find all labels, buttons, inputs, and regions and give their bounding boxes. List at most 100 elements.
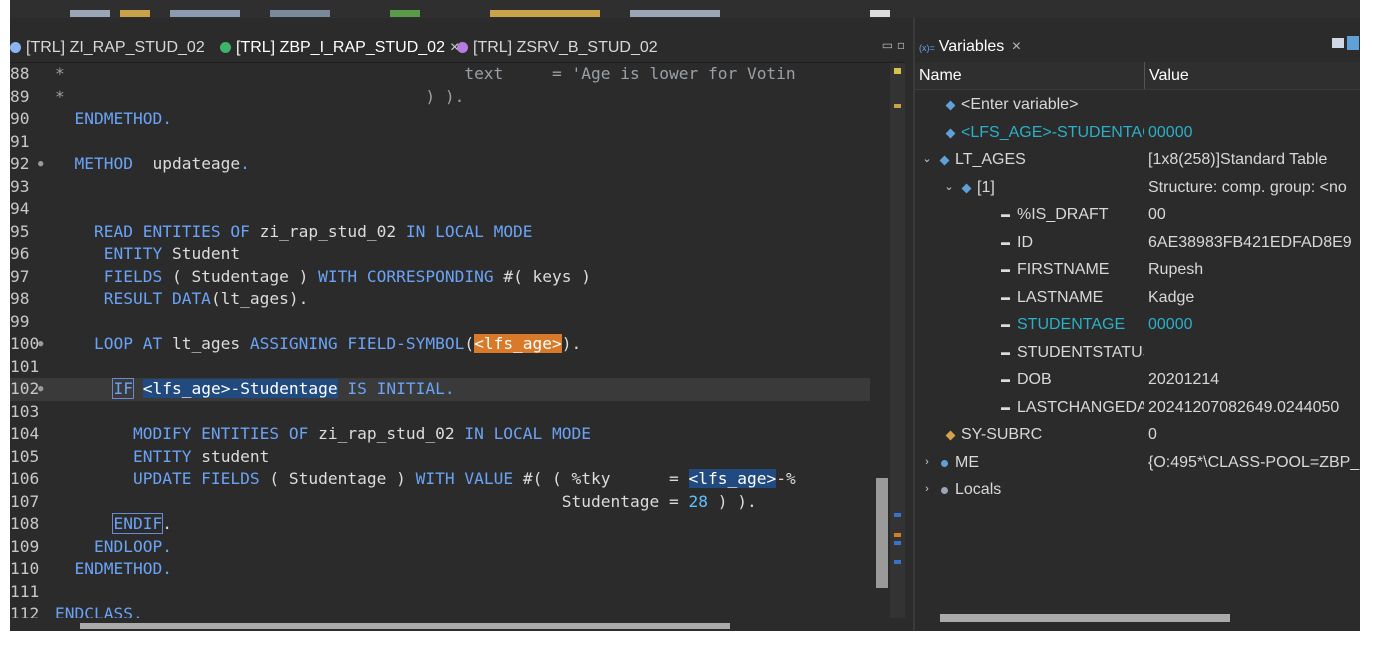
variable-value[interactable]: Structure: comp. group: <no: [1148, 174, 1360, 202]
tab-1[interactable]: [TRL] ZI_RAP_STUD_02: [10, 34, 210, 62]
code-line[interactable]: 110 ENDMETHOD.: [10, 558, 870, 581]
variable-value[interactable]: 20201214: [1148, 366, 1360, 394]
code-line[interactable]: 104 MODIFY ENTITIES OF zi_rap_stud_02 IN…: [10, 423, 870, 446]
toolbar-icons[interactable]: [120, 10, 150, 17]
variable-row[interactable]: ▬ DOB 20201214: [915, 366, 1360, 394]
code-line[interactable]: 106 UPDATE FIELDS ( Studentage ) WITH VA…: [10, 468, 870, 491]
variable-row[interactable]: › Locals: [915, 476, 1360, 504]
code-line[interactable]: 111: [10, 581, 870, 604]
tab-3[interactable]: [TRL] ZSRV_B_STUD_02: [457, 34, 658, 62]
occurrence-marker[interactable]: [894, 513, 901, 517]
fold-marker-icon[interactable]: ●: [38, 378, 43, 401]
view-menu-icon[interactable]: [1347, 36, 1359, 50]
code-line[interactable]: 112 ENDCLASS.: [10, 603, 870, 618]
variable-value[interactable]: 00000: [1148, 311, 1360, 339]
collapse-icon[interactable]: ⌄: [921, 146, 933, 174]
scroll-thumb[interactable]: [876, 478, 888, 588]
column-separator[interactable]: [1144, 62, 1145, 89]
code-line[interactable]: 100 ● LOOP AT lt_ages ASSIGNING FIELD-SYM…: [10, 333, 870, 356]
code-line[interactable]: 91: [10, 131, 870, 154]
code-line[interactable]: 98 RESULT DATA(lt_ages).: [10, 288, 870, 311]
column-header-name[interactable]: Name: [919, 62, 962, 89]
code-line[interactable]: 99: [10, 311, 870, 334]
code-line[interactable]: 102 ● IF <lfs_age>-Studentage IS INITIAL.: [10, 378, 870, 401]
code-line[interactable]: 94: [10, 198, 870, 221]
code-text: MODIFY ENTITIES OF zi_rap_stud_02 IN LOC…: [55, 423, 591, 446]
code-line[interactable]: 101: [10, 356, 870, 379]
toolbar-icons[interactable]: [70, 10, 110, 17]
variable-row[interactable]: ▬ %IS_DRAFT 00: [915, 201, 1360, 229]
code-line[interactable]: 89 * ) ).: [10, 86, 870, 109]
toolbar-icons[interactable]: [270, 10, 330, 17]
column-header-value[interactable]: Value: [1149, 62, 1189, 89]
variable-row[interactable]: ▬ LASTCHANGEDAT 20241207082649.0244050: [915, 394, 1360, 422]
occurrence-marker[interactable]: [894, 533, 901, 537]
expand-icon[interactable]: ›: [921, 449, 933, 477]
scroll-thumb[interactable]: [940, 614, 1230, 622]
collapse-icon[interactable]: ⌄: [943, 174, 955, 202]
code-area[interactable]: 88 * text = 'Age is lower for Votin 89 * ) …: [10, 63, 870, 618]
code-line[interactable]: 92 ● METHOD updateage.: [10, 153, 870, 176]
toolbar-icons[interactable]: [390, 10, 420, 17]
service-binding-icon: [457, 42, 468, 54]
variable-row[interactable]: ⌄ LT_AGES [1x8(258)]Standard Table: [915, 146, 1360, 174]
variable-row[interactable]: ▬ STUDENTSTATUS: [915, 339, 1360, 367]
toolbar-icons[interactable]: [170, 10, 240, 17]
overview-ruler[interactable]: [890, 63, 905, 618]
variable-row[interactable]: ⌄ [1] Structure: comp. group: <no: [915, 174, 1360, 202]
variable-row[interactable]: <Enter variable>: [915, 91, 1360, 119]
variable-row[interactable]: ▬ ID 6AE38983FB421EDFAD8E9: [915, 229, 1360, 257]
editor-horizontal-scrollbar[interactable]: [55, 621, 870, 631]
variable-row[interactable]: ▬ FIRSTNAME Rupesh: [915, 256, 1360, 284]
code-line[interactable]: 95 READ ENTITIES OF zi_rap_stud_02 IN LO…: [10, 221, 870, 244]
variable-value[interactable]: 20241207082649.0244050: [1148, 394, 1360, 422]
code-line[interactable]: 108 ENDIF.: [10, 513, 870, 536]
variables-horizontal-scrollbar[interactable]: [940, 614, 1360, 624]
warning-marker[interactable]: [894, 68, 901, 74]
expand-icon[interactable]: ›: [921, 476, 933, 504]
editor-vertical-scrollbar[interactable]: [876, 63, 888, 618]
variable-value[interactable]: 6AE38983FB421EDFAD8E9: [1148, 229, 1360, 257]
variable-row[interactable]: ▬ LASTNAME Kadge: [915, 284, 1360, 312]
code-token: IN LOCAL MODE: [464, 424, 592, 443]
code-line[interactable]: 93: [10, 176, 870, 199]
variable-row[interactable]: › ME {O:495*\CLASS-POOL=ZBP_: [915, 449, 1360, 477]
variable-row[interactable]: ▬ STUDENTAGE 00000: [915, 311, 1360, 339]
code-line[interactable]: 88 * text = 'Age is lower for Votin: [10, 63, 870, 86]
code-line[interactable]: 96 ENTITY Student: [10, 243, 870, 266]
code-token: updateage: [132, 154, 241, 173]
minimize-maximize-buttons[interactable]: ▭ ▫: [882, 38, 905, 52]
code-line[interactable]: 90 ENDMETHOD.: [10, 108, 870, 131]
line-number: 92: [10, 154, 30, 173]
fold-marker-icon[interactable]: ●: [38, 333, 43, 356]
toolbar-icons[interactable]: [630, 10, 720, 17]
variable-value[interactable]: 00000: [1148, 119, 1360, 147]
code-line[interactable]: 107 Studentage = 28 ) ).: [10, 491, 870, 514]
variable-value[interactable]: Rupesh: [1148, 256, 1360, 284]
code-line[interactable]: 109 ENDLOOP.: [10, 536, 870, 559]
collapse-all-icon[interactable]: [1332, 38, 1344, 48]
occurrence-marker[interactable]: [894, 541, 901, 545]
line-number: 108: [10, 514, 40, 533]
variable-value[interactable]: Kadge: [1148, 284, 1360, 312]
code-line[interactable]: 103: [10, 401, 870, 424]
variable-row[interactable]: <LFS_AGE>-STUDENTAGE00000: [915, 119, 1360, 147]
view-toolbar[interactable]: [1332, 36, 1360, 52]
occurrence-marker[interactable]: [894, 560, 901, 564]
variable-row[interactable]: SY-SUBRC 0: [915, 421, 1360, 449]
code-line[interactable]: 97 FIELDS ( Studentage ) WITH CORRESPOND…: [10, 266, 870, 289]
variable-value[interactable]: {O:495*\CLASS-POOL=ZBP_: [1148, 449, 1360, 477]
tab-2[interactable]: [TRL] ZBP_I_RAP_STUD_02 ×: [220, 34, 459, 62]
occurrence-marker[interactable]: [894, 104, 901, 108]
line-number: 111: [10, 581, 40, 601]
fold-marker-icon[interactable]: ●: [38, 153, 43, 176]
variable-value[interactable]: 0: [1148, 421, 1360, 449]
close-icon[interactable]: ×: [1012, 38, 1021, 55]
variable-value[interactable]: [1x8(258)]Standard Table: [1148, 146, 1360, 174]
tab-variables[interactable]: (x)= Variables ×: [915, 34, 1021, 60]
code-line[interactable]: 105 ENTITY student: [10, 446, 870, 469]
toolbar-icons[interactable]: [490, 10, 600, 17]
variable-value[interactable]: 00: [1148, 201, 1360, 229]
toolbar-icons[interactable]: [870, 10, 890, 17]
scroll-thumb[interactable]: [80, 623, 730, 629]
